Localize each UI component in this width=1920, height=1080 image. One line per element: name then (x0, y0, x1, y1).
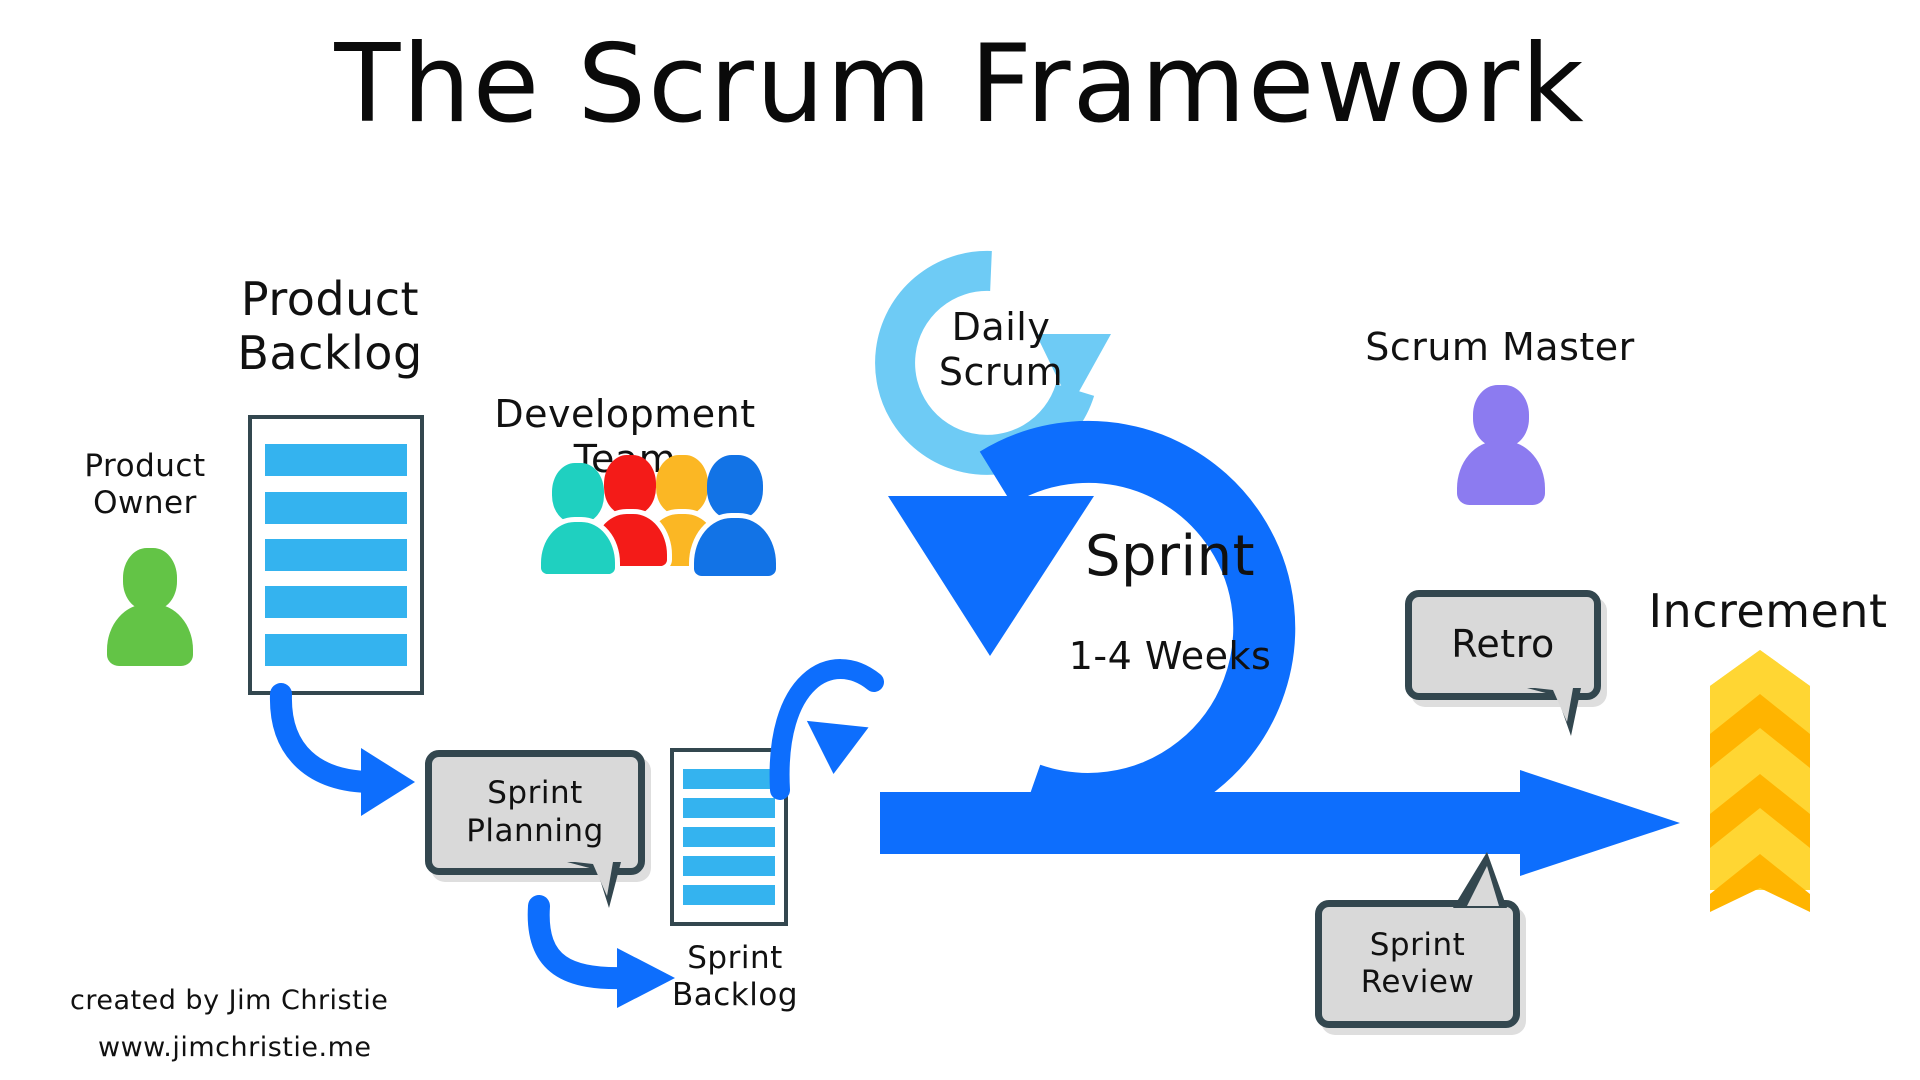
arrow-backlog-to-planning (269, 683, 415, 816)
increment-stack (1710, 650, 1810, 912)
scrum-master-head-icon (1473, 385, 1529, 447)
sprint-label: Sprint (1084, 524, 1256, 589)
sprint-backlog-item (682, 769, 776, 789)
product-backlog-item (265, 538, 407, 571)
sprint-backlog-label: Sprint Backlog (671, 940, 799, 1013)
scrum-master-body-icon (1457, 441, 1545, 505)
team-member-teal-icon (535, 463, 621, 581)
retro-callout[interactable]: Retro (1405, 590, 1601, 736)
sprint-review-box: Sprint Review (1315, 900, 1520, 1028)
team-member-blue-icon (689, 455, 781, 583)
sprint-review-label: Sprint Review (1360, 926, 1475, 1000)
sprint-duration-label: 1-4 Weeks (1068, 634, 1272, 678)
page-title: The Scrum Framework (334, 22, 1586, 147)
retro-box: Retro (1405, 590, 1601, 700)
product-backlog-label: Product Backlog (237, 272, 423, 381)
sprint-review-tail-icon (1453, 852, 1507, 908)
product-backlog-item (265, 491, 407, 524)
scrum-framework-diagram: The Scrum Framework Product Owner Produc… (0, 0, 1920, 1080)
scrum-master-label: Scrum Master (1365, 325, 1635, 369)
sprint-review-callout[interactable]: Sprint Review (1315, 852, 1520, 1028)
sprint-backlog-item (682, 885, 776, 905)
sprint-planning-label: Sprint Planning (466, 775, 604, 849)
product-backlog-item (265, 444, 407, 477)
sprint-planning-callout[interactable]: Sprint Planning (425, 750, 645, 908)
sprint-planning-box: Sprint Planning (425, 750, 645, 875)
product-owner-head-icon (123, 548, 177, 610)
development-team-avatars (535, 455, 785, 590)
product-owner-avatar (105, 548, 195, 666)
sprint-backlog-item (682, 827, 776, 847)
product-backlog-item (265, 586, 407, 619)
retro-tail-icon (1527, 688, 1581, 736)
sprint-backlog-item (682, 856, 776, 876)
product-owner-label: Product Owner (84, 448, 206, 521)
increment-output-arrow (880, 770, 1680, 876)
increment-chevrons-icon (1710, 650, 1810, 912)
retro-label: Retro (1451, 622, 1555, 667)
product-backlog-item (265, 633, 407, 666)
increment-label: Increment (1648, 584, 1888, 638)
product-backlog-box (248, 415, 424, 695)
credit-website[interactable]: www.jimchristie.me (98, 1022, 371, 1073)
sprint-backlog-item (682, 798, 776, 818)
credit-author: created by Jim Christie (70, 985, 389, 1016)
scrum-master-avatar (1455, 385, 1547, 505)
product-owner-body-icon (107, 604, 193, 666)
